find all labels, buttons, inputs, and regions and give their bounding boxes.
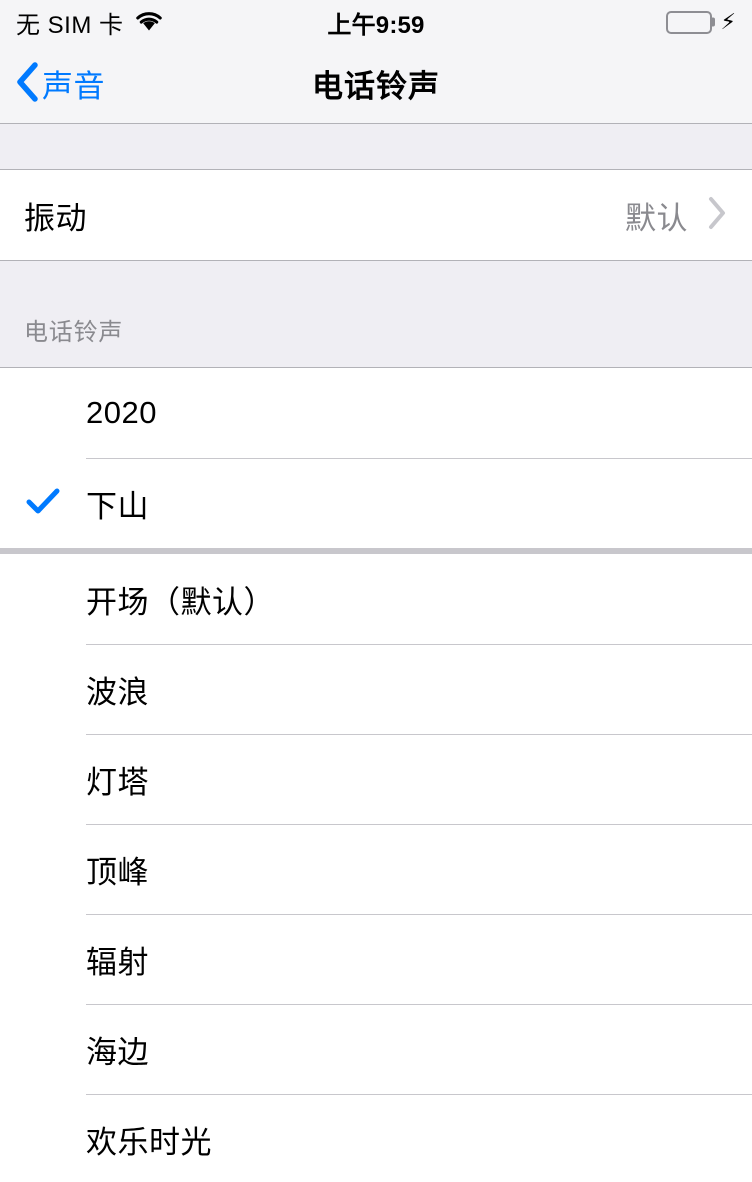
vibration-row[interactable]: 振动 默认 (0, 170, 752, 260)
back-button-label: 声音 (42, 61, 105, 106)
vibration-row-accessory: 默认 (625, 193, 752, 238)
vibration-group: 振动 默认 (0, 169, 752, 261)
ringtone-row-label: 2020 (86, 395, 157, 431)
battery-cap (712, 18, 715, 27)
status-bar-left: 无 SIM 卡 (16, 5, 164, 40)
ringtone-row-label: 波浪 (86, 667, 149, 712)
ringtone-row-label: 下山 (86, 481, 149, 526)
ringtone-row-label: 顶峰 (86, 847, 149, 892)
top-spacer (0, 124, 752, 169)
checkmark-icon (26, 486, 60, 521)
carrier-label: 无 SIM 卡 (16, 5, 124, 40)
ringtone-row[interactable]: 欢乐时光 (0, 1094, 752, 1182)
lightning-bolt-icon: ⚡ (721, 11, 736, 33)
clock-label: 上午9:59 (327, 5, 424, 40)
chevron-right-icon (706, 195, 728, 236)
ringtone-row[interactable]: 顶峰 (0, 824, 752, 914)
ringtone-group-custom: 2020 下山 (0, 367, 752, 548)
battery-icon (666, 11, 712, 34)
chevron-left-icon (14, 61, 40, 108)
wifi-icon (134, 10, 164, 37)
ringtone-row[interactable]: 2020 (0, 368, 752, 458)
navigation-bar: 声音 电话铃声 (0, 44, 752, 124)
ringtone-row[interactable]: 开场（默认） (0, 554, 752, 644)
ringtone-row[interactable]: 辐射 (0, 914, 752, 1004)
ringtone-section-header-label: 电话铃声 (24, 312, 123, 347)
ringtone-row-label: 海边 (86, 1027, 149, 1072)
ringtone-row[interactable]: 下山 (0, 458, 752, 548)
status-bar: 无 SIM 卡 上午9:59 ⚡ (0, 0, 752, 44)
ringtone-row-label: 灯塔 (86, 757, 149, 802)
back-button[interactable]: 声音 (0, 60, 105, 108)
status-bar-right: ⚡ (666, 11, 736, 34)
phone-screen: 无 SIM 卡 上午9:59 ⚡ (0, 0, 752, 1182)
ringtone-row[interactable]: 波浪 (0, 644, 752, 734)
vibration-row-value: 默认 (625, 193, 688, 238)
vibration-row-label: 振动 (0, 193, 87, 238)
ringtone-row[interactable]: 灯塔 (0, 734, 752, 824)
ringtone-row[interactable]: 海边 (0, 1004, 752, 1094)
ringtone-row-label: 开场（默认） (86, 577, 275, 622)
page-title: 电话铃声 (0, 61, 752, 106)
ringtone-row-label: 欢乐时光 (86, 1117, 212, 1162)
ringtone-row-label: 辐射 (86, 937, 149, 982)
ringtone-check-slot (0, 486, 86, 521)
ringtone-section-header: 电话铃声 (0, 261, 752, 367)
settings-list[interactable]: 振动 默认 电话铃声 2020 (0, 124, 752, 1182)
ringtone-group-default: 开场（默认） 波浪 灯塔 顶峰 辐射 海边 (0, 554, 752, 1182)
